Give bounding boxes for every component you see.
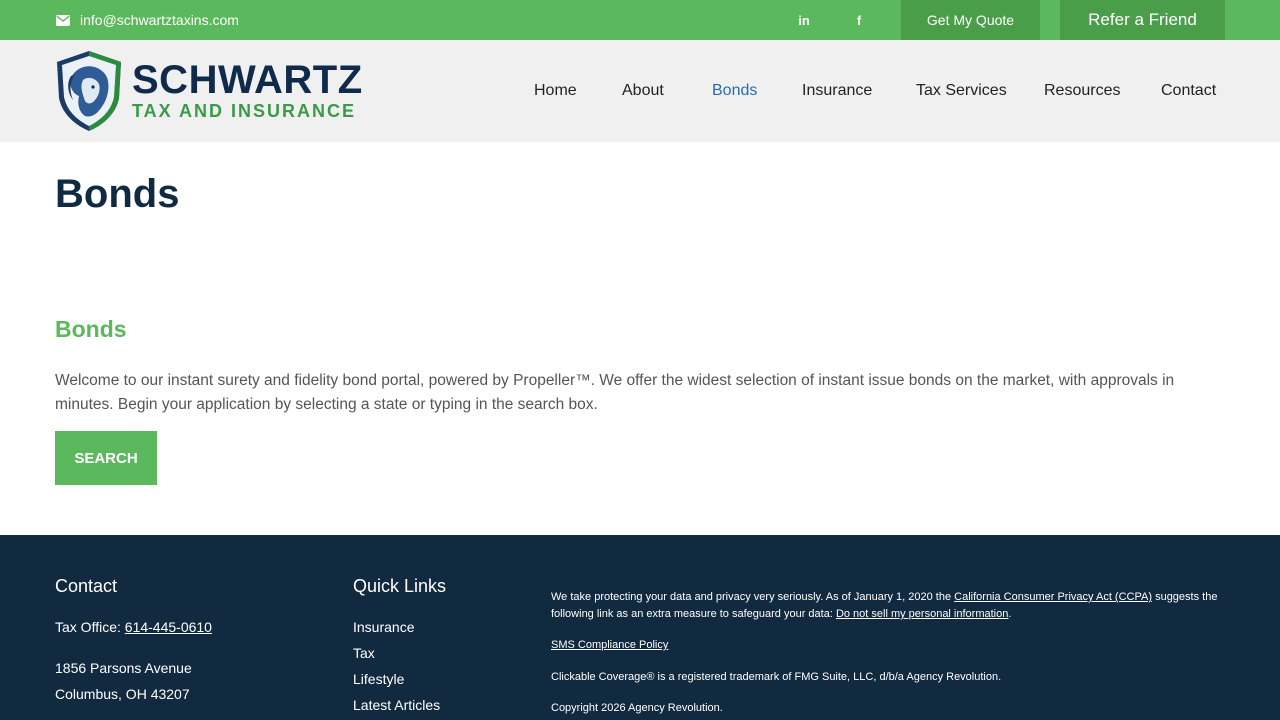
linkedin-icon[interactable]: in bbox=[794, 0, 814, 40]
nav-insurance[interactable]: Insurance bbox=[802, 40, 872, 142]
site-footer: Contact Tax Office: 614-445-0610 1856 Pa… bbox=[0, 535, 1280, 720]
trademark-text: Clickable Coverage® is a registered trad… bbox=[551, 671, 1002, 683]
privacy-notice: We take protecting your data and privacy… bbox=[551, 589, 1231, 623]
footer-contact-title: Contact bbox=[55, 576, 118, 596]
logo[interactable]: SCHWARTZ TAX AND INSURANCE bbox=[55, 50, 365, 132]
logo-tagline: TAX AND INSURANCE bbox=[132, 101, 357, 121]
intro-text: Welcome to our instant surety and fideli… bbox=[55, 372, 1175, 413]
top-bar: info@schwartztaxins.com in f Get My Quot… bbox=[0, 0, 1280, 40]
nav-about[interactable]: About bbox=[622, 40, 664, 142]
search-button[interactable]: SEARCH bbox=[55, 431, 157, 485]
privacy-text-c: . bbox=[1008, 608, 1012, 620]
quick-link-latest-articles[interactable]: Latest Articles bbox=[353, 697, 440, 713]
refer-a-friend-button[interactable]: Refer a Friend bbox=[1060, 0, 1225, 40]
phone-label: Tax Office: bbox=[55, 619, 125, 635]
quick-link-lifestyle[interactable]: Lifestyle bbox=[353, 671, 404, 687]
privacy-text-a: We take protecting your data and privacy… bbox=[551, 591, 955, 603]
nav-home[interactable]: Home bbox=[534, 40, 577, 142]
nav-tax-services[interactable]: Tax Services bbox=[916, 40, 1007, 142]
quick-link-tax[interactable]: Tax bbox=[353, 645, 375, 661]
phone-link[interactable]: 614-445-0610 bbox=[125, 619, 212, 635]
footer-quick-links-title: Quick Links bbox=[353, 576, 447, 596]
nav-resources[interactable]: Resources bbox=[1044, 40, 1120, 142]
email-text: info@schwartztaxins.com bbox=[80, 12, 239, 28]
footer-phone: Tax Office: 614-445-0610 bbox=[55, 619, 212, 635]
sms-policy: SMS Compliance Policy bbox=[551, 637, 1231, 654]
logo-text: SCHWARTZ TAX AND INSURANCE bbox=[132, 60, 363, 122]
get-my-quote-button[interactable]: Get My Quote bbox=[901, 0, 1040, 40]
nav-contact[interactable]: Contact bbox=[1161, 40, 1216, 142]
address-line-2: Columbus, OH 43207 bbox=[55, 686, 190, 702]
nav-bonds[interactable]: Bonds bbox=[712, 40, 757, 142]
sms-compliance-link[interactable]: SMS Compliance Policy bbox=[551, 639, 668, 651]
envelope-icon bbox=[56, 14, 70, 26]
facebook-icon[interactable]: f bbox=[849, 0, 869, 40]
page-title: Bonds bbox=[55, 172, 180, 216]
lion-shield-icon bbox=[57, 51, 121, 131]
email-link[interactable]: info@schwartztaxins.com bbox=[56, 0, 239, 40]
quick-link-insurance[interactable]: Insurance bbox=[353, 619, 414, 635]
copyright-text: Copyright 2026 Agency Revolution. bbox=[551, 702, 723, 714]
ccpa-link[interactable]: California Consumer Privacy Act (CCPA) bbox=[954, 591, 1152, 603]
logo-brand: SCHWARTZ bbox=[132, 58, 363, 102]
section-title: Bonds bbox=[55, 316, 127, 342]
do-not-sell-link[interactable]: Do not sell my personal information bbox=[836, 608, 1008, 620]
address-line-1: 1856 Parsons Avenue bbox=[55, 660, 192, 676]
